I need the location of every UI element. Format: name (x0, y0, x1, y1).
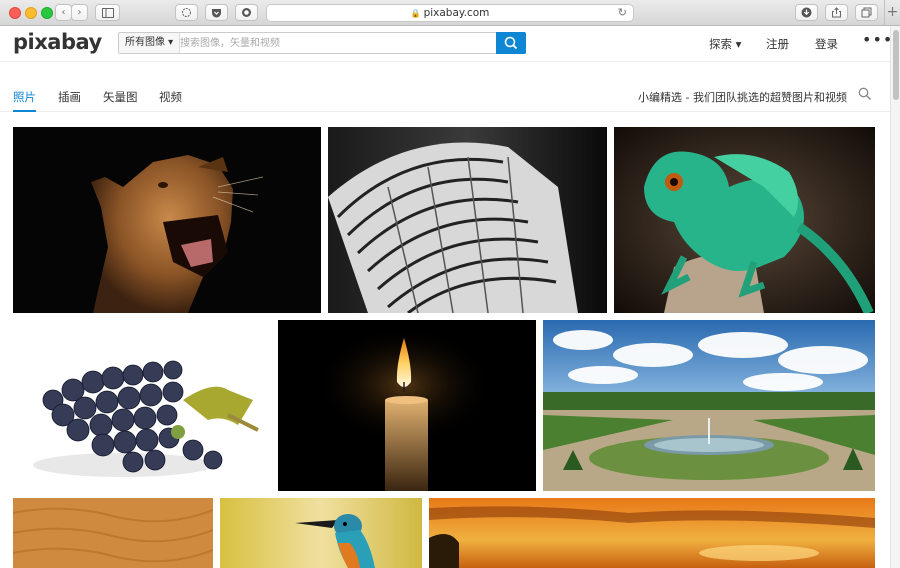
pocket-icon (212, 9, 221, 18)
search-input[interactable] (176, 33, 496, 53)
pocket-button[interactable] (205, 4, 228, 21)
extension-icon (182, 8, 191, 17)
share-icon (832, 7, 841, 18)
grapes-photo[interactable] (13, 320, 271, 491)
tab-videos[interactable]: 视频 (159, 89, 182, 105)
search-type-dropdown[interactable]: 所有图像 ▾ (119, 33, 181, 53)
kingfisher-photo[interactable] (220, 498, 422, 568)
login-link[interactable]: 登录 (815, 36, 838, 52)
screenshot-button[interactable] (235, 4, 258, 21)
lock-icon: 🔒 (410, 9, 421, 18)
extension-button[interactable] (175, 4, 198, 21)
register-link[interactable]: 注册 (766, 36, 789, 52)
share-button[interactable] (825, 4, 848, 21)
search-icon[interactable] (858, 87, 872, 101)
lizard-photo[interactable] (614, 127, 875, 313)
pixabay-logo[interactable]: pixabay (13, 30, 102, 54)
site-header: pixabay 所有图像 ▾ 探索 ▾ 注册 登录 ••• (0, 26, 893, 62)
sidebar-button[interactable] (95, 4, 120, 21)
active-tab-indicator (13, 110, 36, 112)
garden-photo[interactable] (543, 320, 875, 491)
back-button[interactable]: ‹ (55, 4, 72, 21)
minimize-window-button[interactable] (25, 7, 37, 19)
url-text: pixabay.com (423, 7, 490, 19)
download-icon (801, 7, 812, 18)
candle-photo[interactable] (278, 320, 536, 491)
tab-illustrations[interactable]: 插画 (58, 89, 81, 105)
sidebar-icon (101, 8, 114, 18)
sand-dunes-photo[interactable] (13, 498, 213, 568)
building-photo[interactable] (328, 127, 607, 313)
search-bar: 所有图像 ▾ (118, 32, 526, 54)
tabs-overview-button[interactable] (855, 4, 878, 21)
close-window-button[interactable] (9, 7, 21, 19)
tab-photos[interactable]: 照片 (13, 89, 36, 105)
new-tab-button[interactable]: + (884, 0, 900, 26)
tabs-icon (861, 7, 872, 18)
screenshot-icon (242, 8, 251, 17)
back-icon: ‹ (61, 7, 66, 18)
download-button[interactable] (795, 4, 818, 21)
forward-button[interactable]: › (71, 4, 88, 21)
sunset-photo[interactable] (429, 498, 875, 568)
lioness-photo[interactable] (13, 127, 321, 313)
more-menu-icon[interactable]: ••• (862, 30, 893, 49)
browser-toolbar: ‹ › 🔒 pixabay.com ↻ + (0, 0, 900, 26)
scrollbar-thumb[interactable] (893, 30, 899, 100)
reload-icon[interactable]: ↻ (618, 5, 627, 21)
page-scrollbar[interactable] (890, 26, 900, 568)
media-type-tabs: 照片 插画 矢量图 视频 小编精选 - 我们团队挑选的超赞图片和视频 (0, 62, 890, 112)
search-button[interactable] (496, 32, 526, 54)
tab-vectors[interactable]: 矢量图 (103, 89, 138, 105)
editors-choice-text: 小编精选 - 我们团队挑选的超赞图片和视频 (638, 91, 847, 104)
new-tab-icon: + (886, 4, 899, 20)
explore-menu[interactable]: 探索 ▾ (709, 36, 741, 52)
address-bar[interactable]: 🔒 pixabay.com ↻ (266, 4, 634, 22)
zoom-window-button[interactable] (41, 7, 53, 19)
search-icon (504, 36, 518, 50)
forward-icon: › (77, 7, 82, 18)
